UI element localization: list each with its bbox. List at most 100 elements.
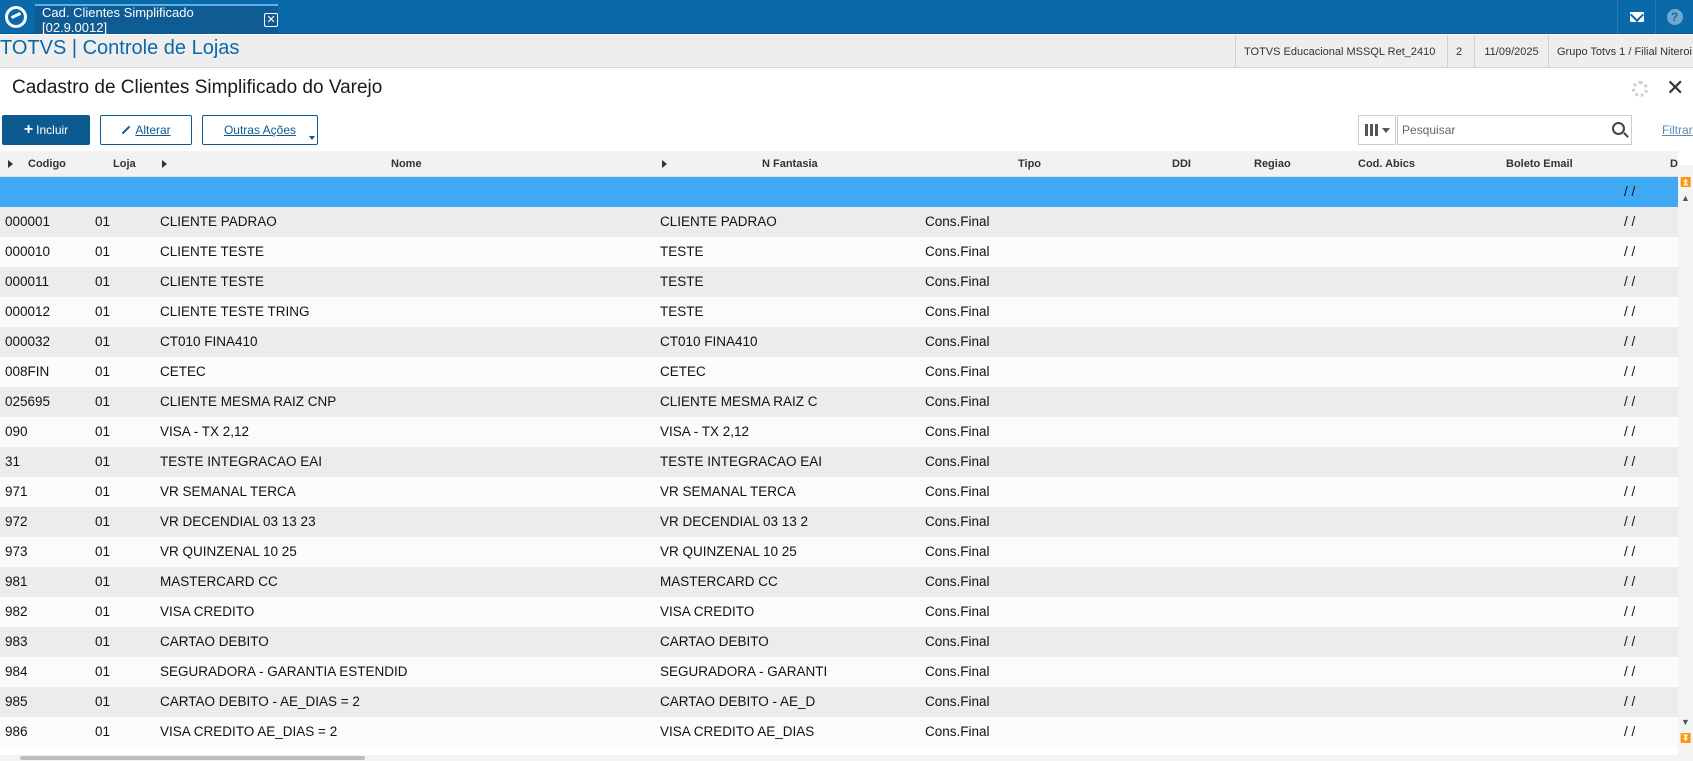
column-header-codigo[interactable]: Codigo <box>28 151 66 177</box>
table-row[interactable]: 985 01 CARTAO DEBITO - AE_DIAS = 2 CARTAO D… <box>0 687 1678 717</box>
table-row[interactable]: 973 01 VR QUINZENAL 10 25 VR QUINZENAL 10 2… <box>0 537 1678 567</box>
column-header-regiao[interactable]: Regiao <box>1254 151 1291 177</box>
other-actions-button[interactable]: Outras Ações <box>202 115 318 145</box>
column-header-tipo[interactable]: Tipo <box>1018 151 1041 177</box>
branch-info[interactable]: Grupo Totvs 1 / Filial Niteroi <box>1548 35 1693 68</box>
cell-loja: 01 <box>95 574 111 589</box>
horizontal-scroll-thumb[interactable] <box>20 756 365 760</box>
environment-info[interactable]: TOTVS Educacional MSSQL Ret_2410 <box>1235 35 1447 68</box>
cell-codigo: 025695 <box>5 394 51 409</box>
column-header-nome[interactable]: Nome <box>391 151 422 177</box>
cell-loja: 01 <box>95 514 111 529</box>
column-header-boleto-email[interactable]: Boleto Email <box>1506 151 1573 177</box>
cell-date: / / <box>1624 304 1636 319</box>
pencil-icon <box>122 125 131 135</box>
column-header-cod-abics[interactable]: Cod. Abics <box>1358 151 1415 177</box>
table-row[interactable]: 000001 01 CLIENTE PADRAO CLIENTE PADRAO Cons… <box>0 207 1678 237</box>
search-input[interactable] <box>1398 116 1603 144</box>
table-row[interactable]: 008FIN 01 CETEC CETEC Cons.Final / / <box>0 357 1678 387</box>
table-row[interactable]: 000011 01 CLIENTE TESTE TESTE Cons.Final / / <box>0 267 1678 297</box>
column-arrow-icon[interactable] <box>8 160 13 168</box>
chevron-down-icon <box>309 136 315 140</box>
column-header-ddi[interactable]: DDI <box>1172 151 1191 177</box>
tab-title: Cad. Clientes Simplificado [02.9.0012] <box>42 5 194 35</box>
cell-date: / / <box>1624 514 1636 529</box>
cell-loja: 01 <box>95 664 111 679</box>
table-row[interactable]: 982 01 VISA CREDITO VISA CREDITO Cons.Final /… <box>0 597 1678 627</box>
cell-loja: 01 <box>95 214 111 229</box>
cell-fantasia: VR QUINZENAL 10 25 <box>660 544 797 559</box>
help-button[interactable]: ? <box>1655 0 1693 34</box>
tab-cad-clientes[interactable]: Cad. Clientes Simplificado [02.9.0012] ✕ <box>35 4 278 35</box>
gear-icon[interactable] <box>1632 81 1648 97</box>
scroll-top-icon[interactable]: ⏫ <box>1680 177 1691 188</box>
mail-button[interactable] <box>1617 0 1655 34</box>
column-header-loja[interactable]: Loja <box>113 151 136 177</box>
table-row[interactable]: 31 01 TESTE INTEGRACAO EAI TESTE INTEGRACAO… <box>0 447 1678 477</box>
table-row[interactable]: 986 01 VISA CREDITO AE_DIAS = 2 VISA CREDIT… <box>0 717 1678 747</box>
other-actions-label: Outras Ações <box>223 123 297 137</box>
header-bar: TOTVS | Controle de Lojas TOTVS Educacio… <box>0 35 1693 68</box>
search-icon[interactable] <box>1612 122 1625 135</box>
scroll-bottom-icon[interactable]: ⏬ <box>1680 733 1691 744</box>
table-row[interactable]: 972 01 VR DECENDIAL 03 13 23 VR DECENDIAL 0… <box>0 507 1678 537</box>
plus-icon: + <box>23 121 34 138</box>
vertical-scrollbar[interactable]: ⏫ ▲ ▼ ⏬ <box>1678 165 1693 761</box>
column-header-d[interactable]: D <box>1670 151 1678 177</box>
cell-nome: TESTE INTEGRACAO EAI <box>160 454 323 469</box>
table-row[interactable]: 000010 01 CLIENTE TESTE TESTE Cons.Final / / <box>0 237 1678 267</box>
filter-link[interactable]: Filtrar <box>1662 123 1693 137</box>
top-bar: Cad. Clientes Simplificado [02.9.0012] ✕… <box>0 0 1693 35</box>
cell-loja: 01 <box>95 394 111 409</box>
cell-loja: 01 <box>95 364 111 379</box>
cell-fantasia: CARTAO DEBITO - AE_D <box>660 694 816 709</box>
session-info[interactable]: 2 <box>1447 35 1474 68</box>
table-row[interactable]: 981 01 MASTERCARD CC MASTERCARD CC Cons.Fina… <box>0 567 1678 597</box>
close-icon[interactable]: ✕ <box>1666 77 1684 99</box>
scroll-down-icon[interactable]: ▼ <box>1680 717 1691 728</box>
tab-close-icon[interactable]: ✕ <box>264 13 278 27</box>
grid-header: Codigo Loja Nome N Fantasia Tipo DDI Reg… <box>0 151 1678 177</box>
table-row-selected[interactable]: / / <box>0 177 1678 207</box>
cell-loja: 01 <box>95 424 111 439</box>
table-row[interactable]: 971 01 VR SEMANAL TERCA VR SEMANAL TERCA Con… <box>0 477 1678 507</box>
column-header-fantasia[interactable]: N Fantasia <box>762 151 818 177</box>
cell-date: / / <box>1624 244 1636 259</box>
include-button[interactable]: + Incluir <box>2 115 90 145</box>
cell-codigo: 000011 <box>5 274 50 289</box>
cell-codigo: 973 <box>5 544 28 559</box>
cell-date: / / <box>1624 424 1636 439</box>
cell-codigo: 000001 <box>5 214 51 229</box>
table-row[interactable]: 984 01 SEGURADORA - GARANTIA ESTENDID SEGUR… <box>0 657 1678 687</box>
cell-tipo: Cons.Final <box>925 724 990 739</box>
column-arrow-icon[interactable] <box>162 160 167 168</box>
cell-date: / / <box>1624 694 1636 709</box>
page-title: Cadastro de Clientes Simplificado do Var… <box>12 77 383 98</box>
cell-tipo: Cons.Final <box>925 334 990 349</box>
table-row[interactable]: 000032 01 CT010 FINA410 CT010 FINA410 Cons.F… <box>0 327 1678 357</box>
column-arrow-icon[interactable] <box>662 160 667 168</box>
cell-loja: 01 <box>95 634 111 649</box>
cell-tipo: Cons.Final <box>925 604 990 619</box>
date-info[interactable]: 11/09/2025 <box>1474 35 1548 68</box>
cell-date: / / <box>1624 454 1636 469</box>
help-icon: ? <box>1666 9 1683 25</box>
horizontal-scrollbar[interactable] <box>0 755 1678 761</box>
cell-fantasia: VISA CREDITO <box>660 604 755 619</box>
scroll-up-icon[interactable]: ▲ <box>1680 193 1691 204</box>
search-box <box>1397 115 1632 145</box>
totvs-logo-icon[interactable] <box>0 0 32 34</box>
cell-date: / / <box>1624 604 1636 619</box>
columns-selector-button[interactable] <box>1358 115 1396 145</box>
cell-tipo: Cons.Final <box>925 304 990 319</box>
table-row[interactable]: 000012 01 CLIENTE TESTE TRING TESTE Cons.Fin… <box>0 297 1678 327</box>
table-row[interactable]: 025695 01 CLIENTE MESMA RAIZ CNP CLIENTE ME… <box>0 387 1678 417</box>
cell-loja: 01 <box>95 454 111 469</box>
cell-date: / / <box>1624 394 1636 409</box>
table-row[interactable]: 983 01 CARTAO DEBITO CARTAO DEBITO Cons.Fina… <box>0 627 1678 657</box>
alter-button[interactable]: Alterar <box>100 115 192 145</box>
cell-codigo: 983 <box>5 634 28 649</box>
table-row[interactable]: 090 01 VISA - TX 2,12 VISA - TX 2,12 Cons.Fi… <box>0 417 1678 447</box>
cell-tipo: Cons.Final <box>925 694 990 709</box>
app-title: TOTVS | Controle de Lojas <box>0 37 240 59</box>
